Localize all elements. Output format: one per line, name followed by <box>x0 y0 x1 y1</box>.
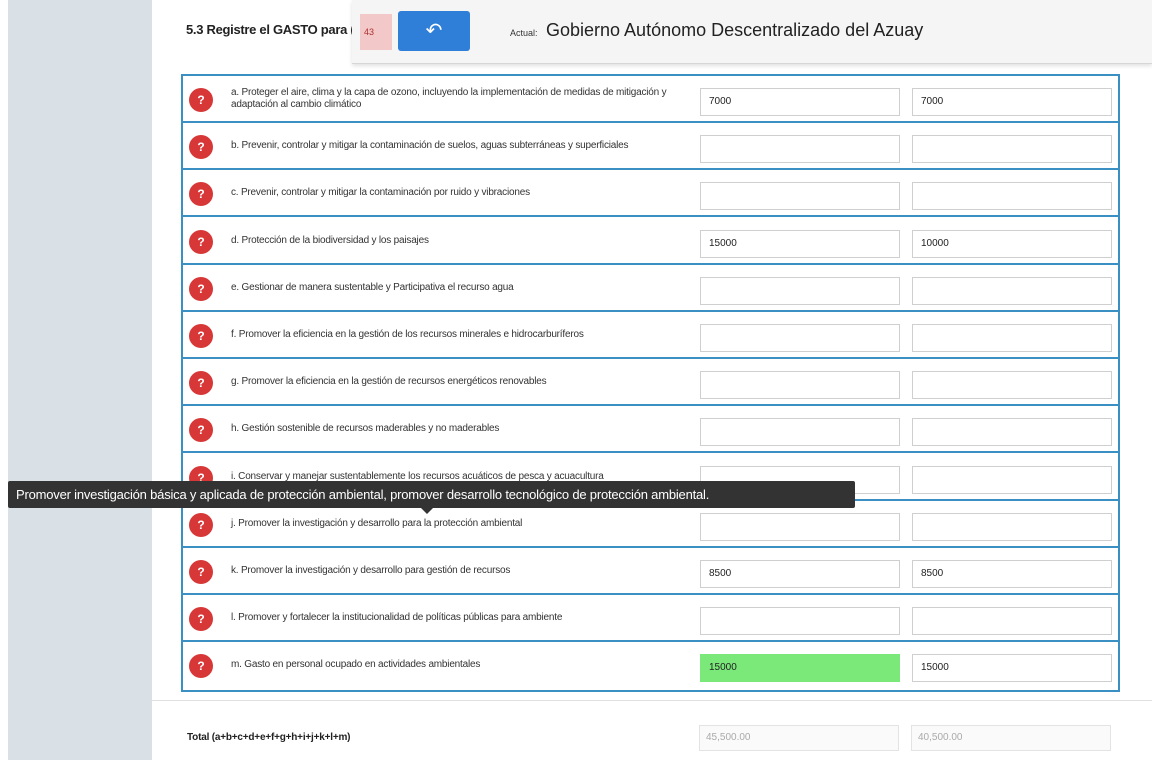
help-icon[interactable]: ? <box>189 135 213 159</box>
amount-input-1[interactable] <box>700 513 900 541</box>
help-icon[interactable]: ? <box>189 182 213 206</box>
amount-input-1[interactable]: 7000 <box>700 88 900 116</box>
help-icon[interactable]: ? <box>189 560 213 584</box>
amount-input-2[interactable]: 10000 <box>912 230 1112 258</box>
back-button[interactable]: ↶ <box>398 11 470 51</box>
amount-input-2[interactable] <box>912 607 1112 635</box>
row-label: l. Promover y fortalecer la instituciona… <box>231 612 563 623</box>
amount-input-1[interactable] <box>700 182 900 210</box>
total-field-2: 40,500.00 <box>911 725 1111 751</box>
amount-input-1[interactable]: 15000 <box>700 654 900 682</box>
amount-input-1[interactable] <box>700 607 900 635</box>
help-icon[interactable]: ? <box>189 607 213 631</box>
row-label: m. Gasto en personal ocupado en activida… <box>231 659 481 670</box>
row-label: a. Proteger el aire, clima y la capa de … <box>231 87 667 110</box>
row-label: c. Prevenir, controlar y mitigar la cont… <box>231 187 530 198</box>
table-row: ? j. Promover la investigación y desarrol… <box>183 501 1118 548</box>
table-row: ? h. Gestión sostenible de recursos mader… <box>183 406 1118 453</box>
help-icon[interactable]: ? <box>189 418 213 442</box>
amount-input-2[interactable] <box>912 418 1112 446</box>
row-label: d. Protección de la biodiversidad y los … <box>231 235 429 246</box>
help-icon[interactable]: ? <box>189 230 213 254</box>
tooltip-arrow <box>421 508 433 514</box>
amount-input-2[interactable] <box>912 324 1112 352</box>
table-row: ? k. Promover la investigación y desarrol… <box>183 548 1118 595</box>
amount-input-2[interactable] <box>912 135 1112 163</box>
amount-input-1[interactable]: 8500 <box>700 560 900 588</box>
table-row: ? a. Proteger el aire, clima y la capa de… <box>183 76 1118 123</box>
amount-input-1[interactable] <box>700 418 900 446</box>
expense-table: ? a. Proteger el aire, clima y la capa de… <box>181 74 1120 692</box>
sidebar <box>8 0 152 760</box>
tooltip: Promover investigación básica y aplicada… <box>8 481 855 508</box>
amount-input-2[interactable]: 7000 <box>912 88 1112 116</box>
page: 5.3 Registre el GASTO para ( 43 ↶ Actual… <box>0 0 1152 760</box>
amount-input-1[interactable] <box>700 324 900 352</box>
actual-entity-name: Gobierno Autónomo Descentralizado del Az… <box>546 20 924 40</box>
row-label: k. Promover la investigación y desarroll… <box>231 565 511 576</box>
row-label: h. Gestión sostenible de recursos madera… <box>231 423 500 434</box>
amount-input-2[interactable] <box>912 466 1112 494</box>
top-bar: 43 ↶ Actual: Gobierno Autónomo Descentra… <box>352 0 1152 64</box>
help-icon[interactable]: ? <box>189 88 213 112</box>
amount-input-2[interactable]: 15000 <box>912 654 1112 682</box>
question-number-badge: 43 <box>360 14 392 50</box>
undo-arrow-icon: ↶ <box>425 20 443 42</box>
help-icon[interactable]: ? <box>189 654 213 678</box>
table-row: ? b. Prevenir, controlar y mitigar la con… <box>183 123 1118 170</box>
table-row: ? d. Protección de la biodiversidad y los… <box>183 218 1118 265</box>
table-row: ? m. Gasto en personal ocupado en activid… <box>183 642 1118 689</box>
amount-input-2[interactable]: 8500 <box>912 560 1112 588</box>
amount-input-2[interactable] <box>912 513 1112 541</box>
total-field-1: 45,500.00 <box>699 725 899 751</box>
left-margin <box>0 0 8 760</box>
row-label: f. Promover la eficiencia en la gestión … <box>231 329 584 340</box>
amount-input-2[interactable] <box>912 182 1112 210</box>
table-row: ? l. Promover y fortalecer la institucion… <box>183 595 1118 642</box>
amount-input-1[interactable] <box>700 371 900 399</box>
help-icon[interactable]: ? <box>189 371 213 395</box>
section-title: 5.3 Registre el GASTO para ( <box>186 22 355 37</box>
table-row: ? f. Promover la eficiencia en la gestión… <box>183 312 1118 359</box>
table-row: ? c. Prevenir, controlar y mitigar la con… <box>183 170 1118 217</box>
row-label: b. Prevenir, controlar y mitigar la cont… <box>231 140 629 151</box>
row-label: j. Promover la investigación y desarroll… <box>231 518 523 529</box>
row-label: g. Promover la eficiencia en la gestión … <box>231 376 547 387</box>
amount-input-1[interactable]: 15000 <box>700 230 900 258</box>
amount-input-2[interactable] <box>912 371 1112 399</box>
table-row: ? g. Promover la eficiencia en la gestión… <box>183 359 1118 406</box>
total-label: Total (a+b+c+d+e+f+g+h+i+j+k+l+m) <box>187 732 351 743</box>
actual-label: Actual: <box>510 28 538 38</box>
table-row: ? e. Gestionar de manera sustentable y Pa… <box>183 265 1118 312</box>
amount-input-1[interactable] <box>700 135 900 163</box>
amount-input-2[interactable] <box>912 277 1112 305</box>
help-icon[interactable]: ? <box>189 277 213 301</box>
help-icon[interactable]: ? <box>189 513 213 537</box>
help-icon[interactable]: ? <box>189 324 213 348</box>
row-label: e. Gestionar de manera sustentable y Par… <box>231 282 514 293</box>
amount-input-1[interactable] <box>700 277 900 305</box>
